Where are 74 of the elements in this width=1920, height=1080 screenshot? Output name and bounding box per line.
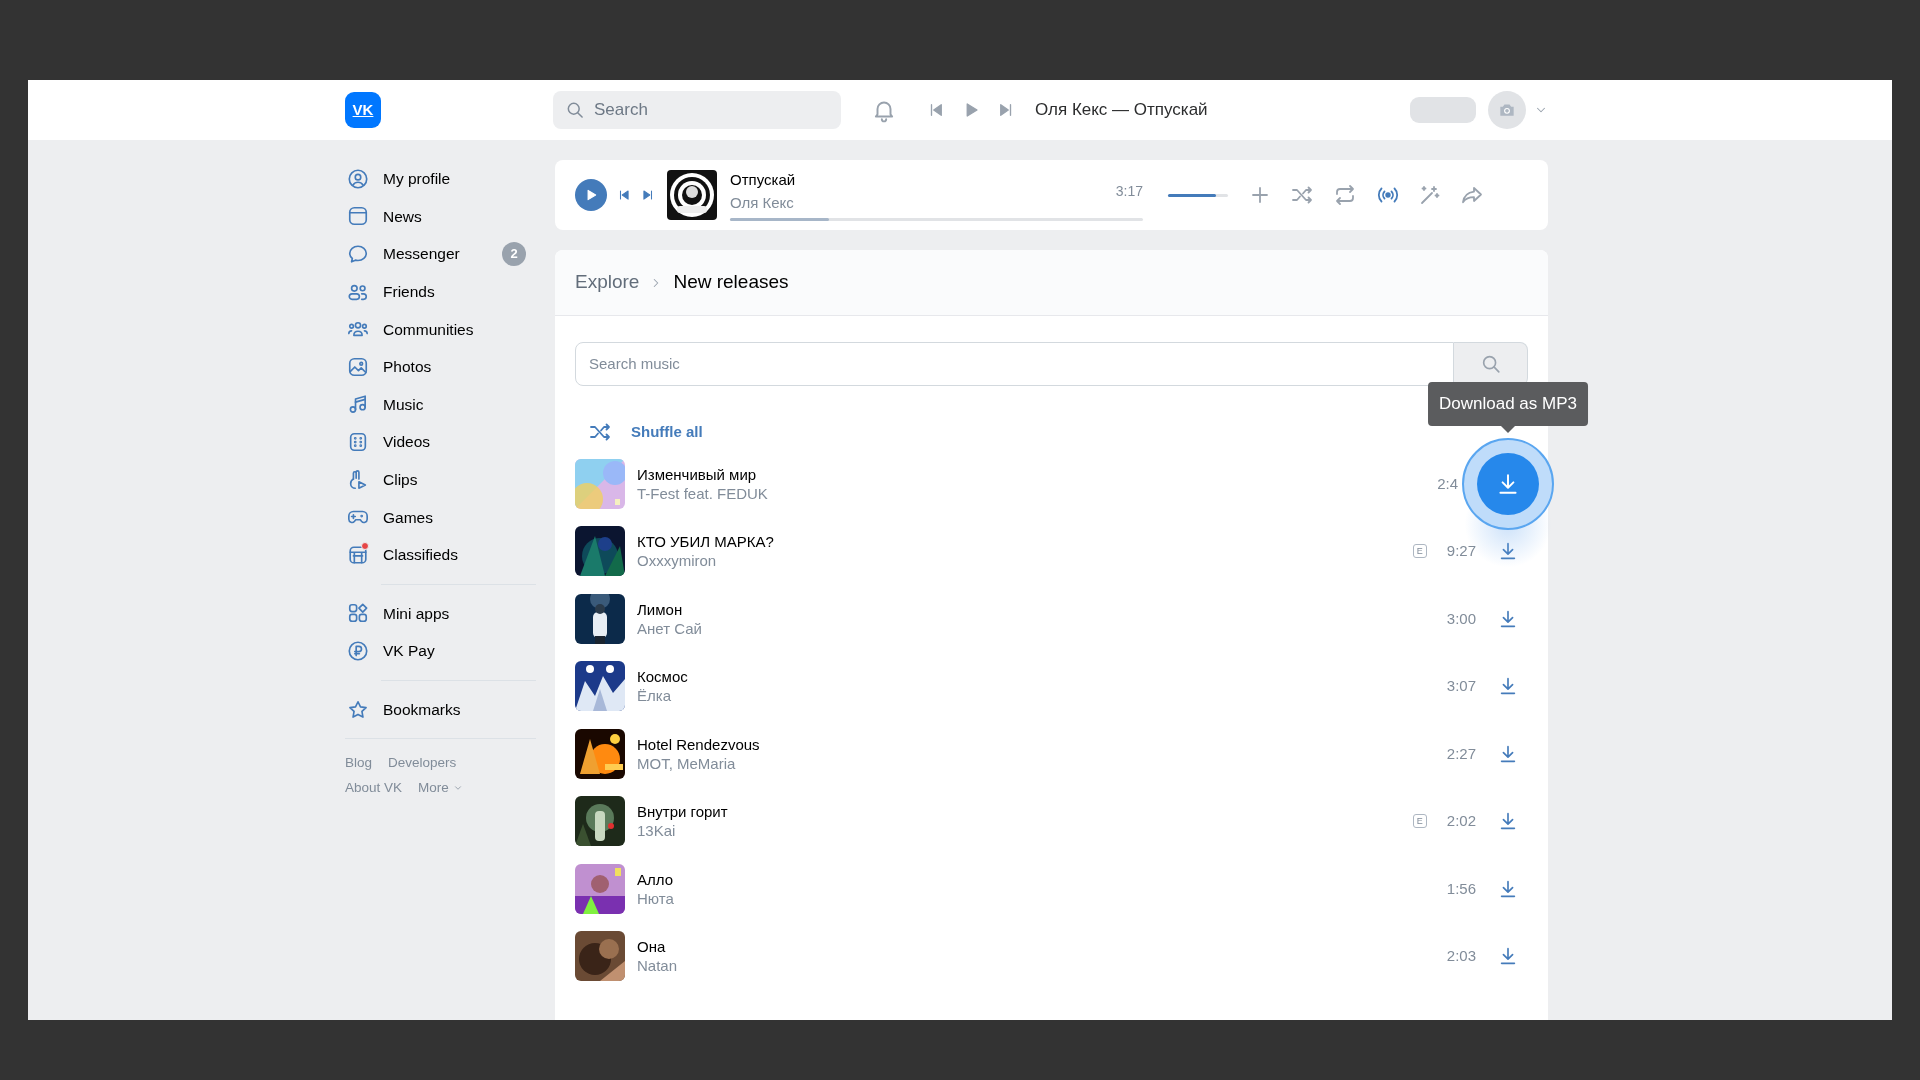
now-playing[interactable]: Оля Кекс — Отпускай: [1035, 97, 1208, 123]
track-artist: Оля Кекс: [730, 192, 795, 213]
sidebar-item[interactable]: Music: [345, 385, 540, 424]
track-title: Космос: [637, 667, 689, 687]
track-title: Hotel Rendezvous: [637, 734, 761, 754]
sidebar-item[interactable]: Bookmarks: [345, 690, 540, 729]
volume-slider[interactable]: [1168, 193, 1228, 197]
tooltip-pointer: [1501, 425, 1515, 433]
sidebar-item[interactable]: Communities: [345, 310, 540, 348]
logo[interactable]: VK: [345, 92, 381, 128]
breadcrumb-link[interactable]: New releases: [673, 268, 789, 297]
music-search-field[interactable]: Search music: [575, 342, 1454, 386]
magic-button[interactable]: [1418, 183, 1442, 207]
star-icon: [347, 698, 369, 721]
sidebar-item[interactable]: News: [345, 197, 540, 236]
sidebar-item[interactable]: My profile: [345, 160, 540, 198]
sidebar-item[interactable]: Friends: [345, 272, 540, 311]
track-title: Лимон: [637, 599, 684, 619]
track-artist: MOT, MeMaria: [637, 753, 737, 773]
track-title: КТО УБИЛ МАРКА?: [637, 532, 775, 552]
sidebar-item[interactable]: VK Pay: [345, 632, 540, 670]
dots-grid-icon: [347, 430, 369, 453]
apps-grid-icon: [347, 602, 369, 625]
breadcrumb-link[interactable]: Explore: [575, 268, 640, 297]
track-title: Алло: [637, 869, 675, 889]
unread-count: 2: [502, 242, 526, 266]
sidebar-item[interactable]: Clips: [345, 460, 540, 499]
track-duration: 3:00: [1446, 608, 1476, 629]
sidebar-item[interactable]: Photos: [345, 347, 540, 386]
track-duration: 1:56: [1446, 878, 1476, 899]
next-icon: [641, 188, 655, 202]
previous-button[interactable]: [617, 188, 631, 202]
shuffle-all-button[interactable]: Shuffle all: [575, 414, 709, 450]
window-icon: [347, 205, 369, 228]
track-artist: Анет Сай: [637, 618, 703, 638]
track-duration: 2:27: [1446, 743, 1476, 764]
previous-icon: [617, 188, 631, 202]
track-duration: 3:07: [1446, 676, 1476, 696]
explicit-badge: E: [1412, 544, 1427, 559]
play-icon: [584, 188, 598, 202]
track-duration: 2:03: [1446, 946, 1476, 966]
explicit-badge: E: [1412, 814, 1427, 829]
track-duration: 2:4: [1437, 473, 1459, 494]
sidebar-item[interactable]: Videos: [345, 423, 540, 461]
track-artist: Нюта: [637, 888, 675, 908]
search-icon: [565, 100, 585, 120]
person-icon: [347, 167, 369, 190]
track-title: Изменчивый мир: [637, 464, 758, 484]
store-icon: [347, 543, 369, 566]
sidebar-item[interactable]: Mini apps: [345, 594, 540, 633]
track-title: Внутри горит: [637, 802, 729, 822]
track-title: Отпускай: [730, 170, 796, 190]
track-artist: Natan: [637, 956, 679, 976]
play-button[interactable]: [575, 179, 607, 211]
sidebar-item[interactable]: Messenger 2: [345, 235, 540, 273]
coin-icon: [347, 639, 369, 662]
track-artist: Ёлка: [637, 686, 672, 706]
track-artist: 13Kai: [637, 821, 677, 841]
track-duration: 2:02: [1446, 811, 1476, 831]
next-button[interactable]: [641, 188, 655, 202]
track-artist: T-Fest feat. FEDUK: [637, 483, 769, 503]
placeholder-bar: [1410, 97, 1476, 123]
image-icon: [347, 355, 369, 378]
track-duration: 9:27: [1446, 541, 1476, 561]
track-title: Она: [637, 937, 667, 957]
clip-hand-icon: [347, 468, 369, 491]
music-note-icon: [347, 393, 369, 416]
chat-bubble-icon: [347, 243, 369, 265]
track-time: 3:17: [1115, 182, 1143, 201]
sidebar-item[interactable]: Games: [345, 498, 540, 536]
sparkle-icon: [1418, 183, 1442, 207]
search-field[interactable]: Search: [553, 91, 841, 129]
sidebar-item[interactable]: Classifieds: [345, 535, 540, 574]
track-artist: Oxxxymiron: [637, 551, 718, 571]
